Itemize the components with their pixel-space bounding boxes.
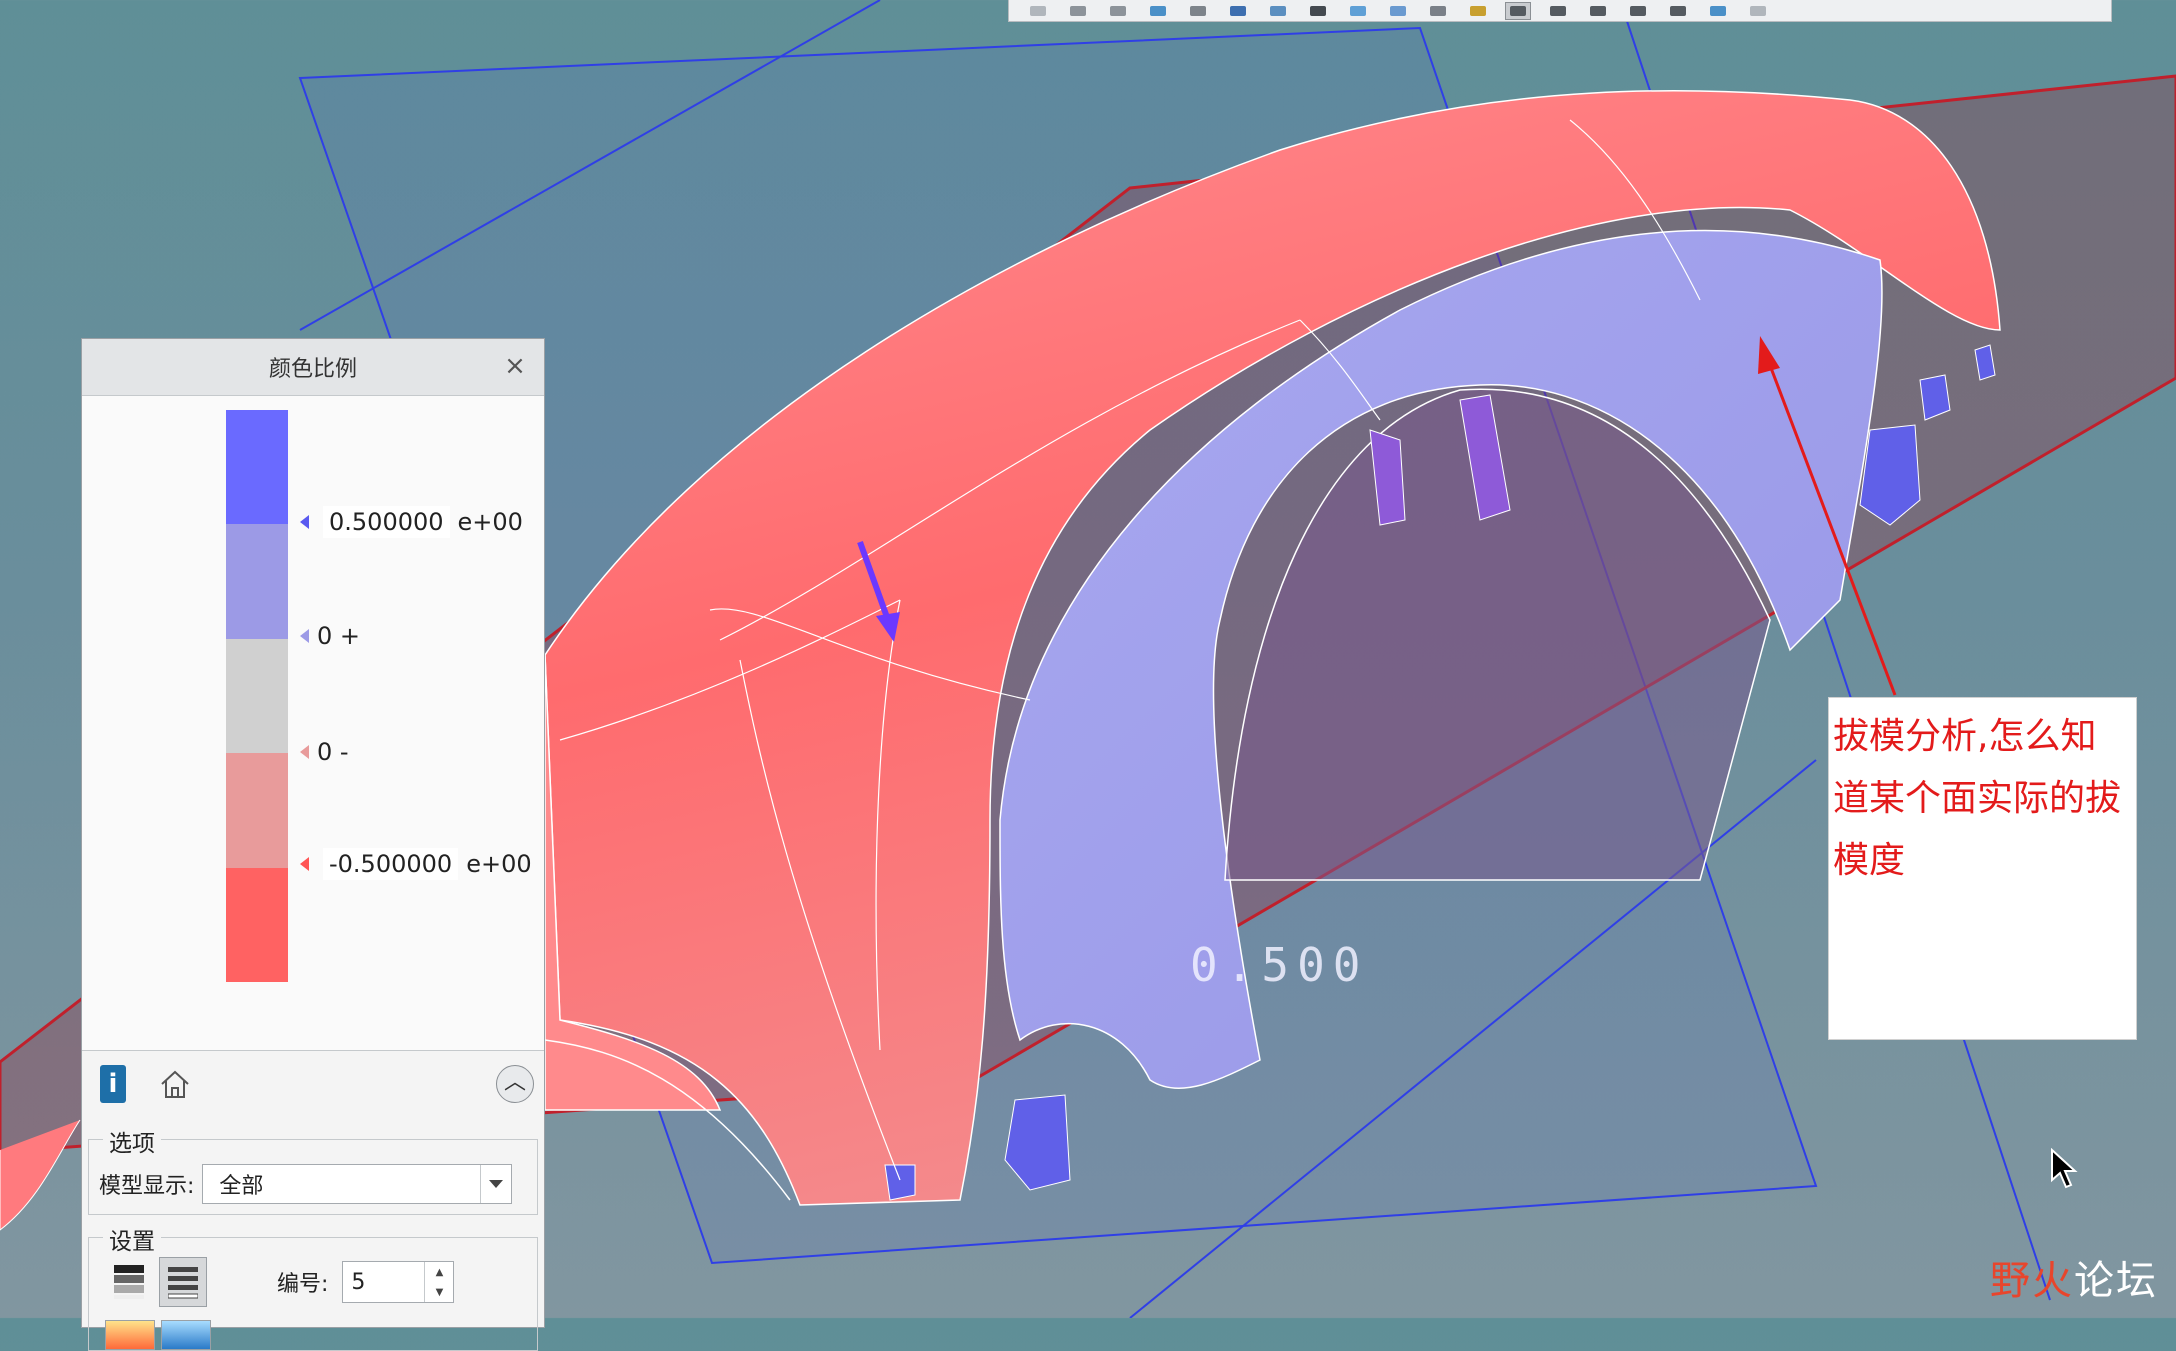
scale-exponent: e+00: [466, 850, 532, 878]
number-value: 5: [351, 1269, 366, 1295]
scale-label-min: -0.500000 e+00: [300, 848, 532, 880]
toolbar-btn-tool-14[interactable]: [1545, 2, 1571, 20]
color-scale-panel: 颜色比例 × 0.500000 e+00 0 + 0 - -0.500000 e…: [81, 338, 545, 1351]
toolbar-btn-analysis[interactable]: [1505, 1, 1531, 20]
toolbar-btn-saved-views[interactable]: [1225, 2, 1251, 20]
scale-label-max: 0.500000 e+00: [300, 506, 523, 538]
settings-row: 编号: 5 ▲ ▼: [89, 1252, 537, 1312]
warm-palette-button[interactable]: [105, 1320, 155, 1350]
palette-row: [89, 1320, 537, 1350]
saved-views-icon: [1230, 5, 1246, 16]
scale-segment: [226, 410, 288, 525]
clip: [884, 1164, 916, 1201]
options-title: 选项: [103, 1124, 161, 1158]
toolbar-btn-tool-18[interactable]: [1705, 2, 1731, 20]
scale-label-zero-plus: 0 +: [300, 622, 360, 650]
forum-watermark: 野火论坛: [1990, 1248, 2158, 1306]
toolbar-btn-zoom-in[interactable]: [1065, 2, 1091, 20]
spin-center-icon: [1430, 5, 1446, 16]
toolbar-btn-tool-16[interactable]: [1625, 2, 1651, 20]
toolbar-btn-zoom-out[interactable]: [1105, 2, 1131, 20]
close-icon[interactable]: ×: [502, 353, 528, 379]
color-scale: 0.500000 e+00 0 + 0 - -0.500000 e+00: [82, 396, 544, 1050]
settings-group: 设置 编号: 5 ▲ ▼: [88, 1222, 538, 1351]
tool-icon: [1710, 5, 1726, 16]
scale-value: 0 +: [317, 622, 361, 650]
display-style-icon: [1190, 5, 1206, 16]
model-display-row: 模型显示: 全部: [89, 1154, 537, 1214]
scale-value[interactable]: 0.500000: [323, 506, 450, 538]
toolbar-btn-datum-display[interactable]: [1465, 2, 1491, 20]
scale-label-zero-minus: 0 -: [300, 738, 349, 766]
annotation-display-icon: [1390, 5, 1406, 16]
scale-marker-icon[interactable]: [300, 857, 309, 871]
refit-icon: [1030, 5, 1046, 16]
settings-title: 设置: [103, 1222, 161, 1256]
watermark-accent: 野火: [1990, 1258, 2074, 1304]
scale-segment: [226, 638, 288, 754]
zoom-out-icon: [1110, 5, 1126, 16]
tool-icon: [1550, 5, 1566, 16]
toolbar-btn-annotation[interactable]: [1385, 2, 1411, 20]
panel-header[interactable]: 颜色比例 ×: [82, 339, 544, 396]
spin-down-icon[interactable]: ▼: [425, 1282, 453, 1302]
repaint-icon: [1150, 5, 1166, 16]
watermark-text: 论坛: [2074, 1258, 2158, 1304]
model-display-value: 全部: [219, 1174, 264, 1199]
view-manager-icon: [1270, 5, 1286, 16]
perspective-icon: [1310, 5, 1326, 16]
dimension-label: 0.500: [1190, 938, 1369, 992]
scale-segment: [226, 753, 288, 868]
number-stepper[interactable]: 5 ▲ ▼: [342, 1261, 455, 1303]
gradient-scale-icon: [114, 1265, 144, 1299]
cool-palette-button[interactable]: [161, 1320, 211, 1350]
scale-marker-icon[interactable]: [300, 629, 309, 643]
scale-segment: [226, 867, 288, 982]
spin-buttons: ▲ ▼: [424, 1262, 453, 1302]
options-group: 选项 模型显示: 全部: [88, 1124, 538, 1215]
number-label: 编号:: [277, 1272, 329, 1297]
home-icon[interactable]: [158, 1067, 192, 1101]
model-display-select[interactable]: 全部: [202, 1164, 513, 1204]
scale-segment: [226, 524, 288, 639]
color-scale-bar: [226, 410, 288, 982]
tool-icon: [1630, 5, 1646, 16]
toolbar-btn-spin-center[interactable]: [1425, 2, 1451, 20]
grayscale-gradient-button[interactable]: [105, 1257, 153, 1307]
tool-icon: [1670, 5, 1686, 16]
toolbar-btn-tool-15[interactable]: [1585, 2, 1611, 20]
toolbar-btn-perspective[interactable]: [1305, 2, 1331, 20]
datum-display-icon: [1470, 5, 1486, 16]
toolbar-btn-tool-19[interactable]: [1745, 2, 1771, 20]
annotation-callout: 拔模分析,怎么知道某个面实际的拔模度: [1828, 697, 2137, 1040]
toolbar-btn-display-style[interactable]: [1185, 2, 1211, 20]
toolbar-btn-tool-17[interactable]: [1665, 2, 1691, 20]
scale-value: 0 -: [317, 738, 349, 766]
scale-marker-icon[interactable]: [300, 745, 309, 759]
section-icon: [1350, 5, 1366, 16]
banded-scale-icon: [168, 1267, 198, 1299]
collapse-icon[interactable]: ︿: [496, 1065, 534, 1103]
tool-icon: [1750, 5, 1766, 16]
zoom-in-icon: [1070, 5, 1086, 16]
info-icon[interactable]: i: [100, 1065, 126, 1103]
toolbar-btn-repaint[interactable]: [1145, 2, 1171, 20]
toolbar-btn-section[interactable]: [1345, 2, 1371, 20]
banded-scale-button[interactable]: [159, 1257, 207, 1307]
scale-exponent: e+00: [457, 508, 523, 536]
graphics-toolbar: [1008, 0, 2112, 22]
model-display-label: 模型显示:: [99, 1174, 195, 1199]
panel-tools: i ︿: [82, 1050, 544, 1117]
scale-marker-icon[interactable]: [300, 515, 309, 529]
toolbar-btn-view-manager[interactable]: [1265, 2, 1291, 20]
spin-up-icon[interactable]: ▲: [425, 1262, 453, 1282]
mouse-cursor-icon: [2051, 1148, 2078, 1189]
toolbar-btn-refit[interactable]: [1025, 2, 1051, 20]
chevron-down-icon[interactable]: [480, 1165, 511, 1203]
analysis-icon: [1510, 5, 1526, 16]
panel-title: 颜色比例: [268, 357, 357, 382]
tool-icon: [1590, 5, 1606, 16]
scale-value[interactable]: -0.500000: [323, 848, 459, 880]
